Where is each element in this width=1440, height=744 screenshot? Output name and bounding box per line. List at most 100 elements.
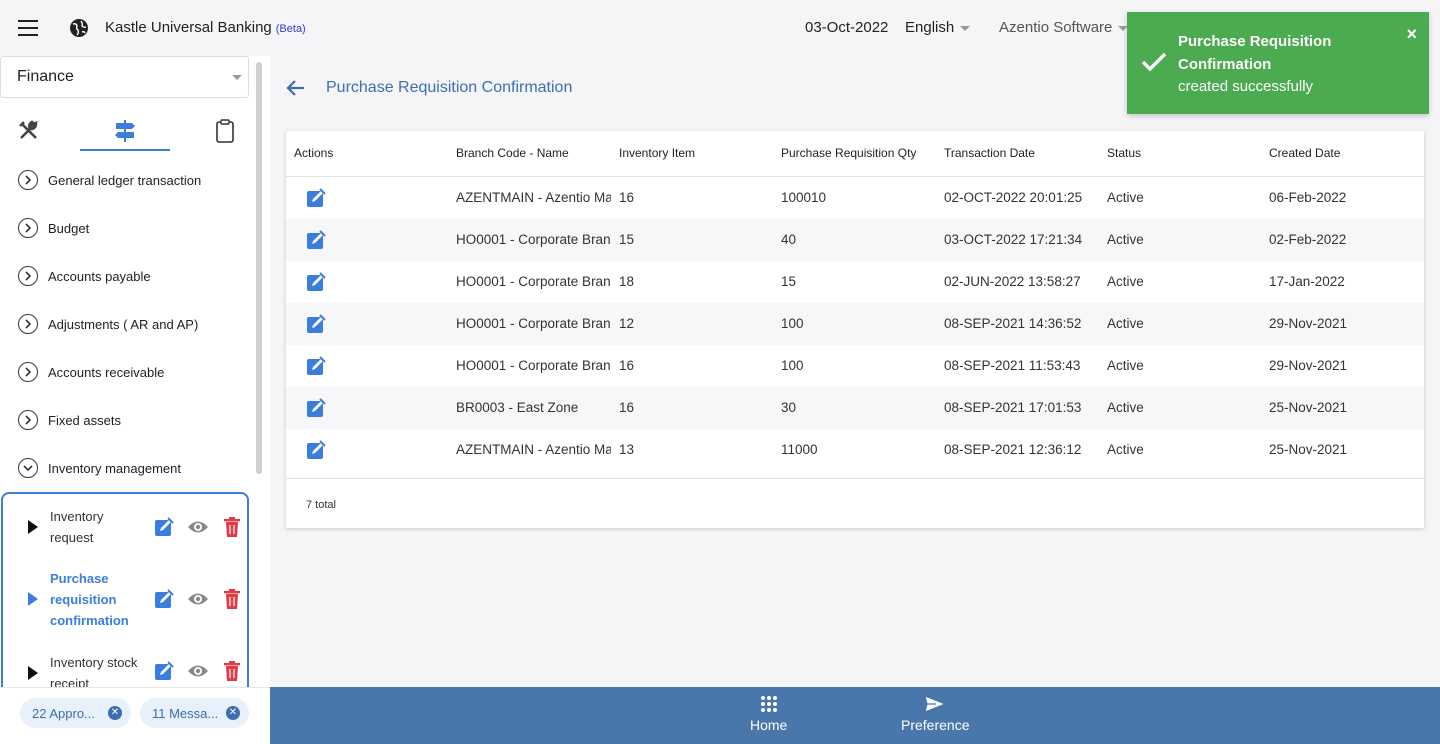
cell-status: Active (1107, 190, 1144, 205)
menu-budget[interactable]: Budget (18, 216, 89, 240)
chevron-right-icon (18, 362, 38, 382)
col-header-qty[interactable]: Purchase Requisition Qty (781, 146, 916, 160)
view-eye-icon[interactable] (187, 516, 209, 538)
tab-clipboard[interactable] (195, 112, 255, 150)
table-row[interactable]: AZENTMAIN - Azentio Ma 13 11000 08-SEP-2021… (286, 429, 1424, 471)
view-eye-icon[interactable] (187, 660, 209, 682)
edit-icon[interactable] (306, 356, 326, 376)
app-title: Kastle Universal Banking (Beta) (105, 19, 306, 36)
success-toast: Purchase Requisition Confirmation create… (1127, 12, 1429, 114)
edit-icon[interactable] (306, 398, 326, 418)
table-row[interactable]: HO0001 - Corporate Branc 15 40 03-OCT-2022 … (286, 219, 1424, 261)
menu-fixed-assets[interactable]: Fixed assets (18, 408, 121, 432)
edit-icon[interactable] (153, 516, 175, 538)
preference-button[interactable]: Preference (901, 695, 969, 733)
menu-accounts-receivable[interactable]: Accounts receivable (18, 360, 164, 384)
cell-qty: 100 (781, 358, 804, 373)
messages-chip[interactable]: 11 Messa... ✕ (140, 698, 249, 728)
cell-qty: 100 (781, 316, 804, 331)
cell-status: Active (1107, 232, 1144, 247)
tab-tools[interactable] (0, 112, 60, 150)
caret-right-icon (28, 666, 38, 680)
col-header-transaction-date[interactable]: Transaction Date (944, 146, 1035, 160)
cell-created-date: 29-Nov-2021 (1269, 358, 1348, 373)
table-row[interactable]: HO0001 - Corporate Branc 16 100 08-SEP-2021… (286, 345, 1424, 387)
edit-icon[interactable] (306, 230, 326, 250)
header-date: 03-Oct-2022 (805, 19, 889, 36)
edit-icon[interactable] (153, 588, 175, 610)
table-row[interactable]: HO0001 - Corporate Branc 18 15 02-JUN-2022 … (286, 261, 1424, 303)
col-header-created-date[interactable]: Created Date (1269, 146, 1340, 160)
sidebar-scrollbar[interactable] (256, 62, 262, 474)
col-header-actions[interactable]: Actions (294, 146, 333, 160)
cell-created-date: 25-Nov-2021 (1269, 442, 1348, 457)
cell-status: Active (1107, 316, 1144, 331)
caret-right-icon (28, 520, 38, 534)
cell-transaction-date: 02-JUN-2022 13:58:27 (944, 274, 1081, 289)
cell-created-date: 25-Nov-2021 (1269, 400, 1348, 415)
company-select[interactable]: Azentio Software (999, 19, 1129, 36)
delete-trash-icon[interactable] (221, 516, 243, 538)
total-count: 7 total (306, 499, 336, 511)
close-icon[interactable]: ✕ (226, 706, 240, 720)
tab-signpost[interactable] (95, 112, 155, 150)
close-icon[interactable]: ✕ (108, 706, 122, 720)
requisition-table-card: Actions Branch Code - Name Inventory Ite… (286, 131, 1424, 528)
menu-general-ledger[interactable]: General ledger transaction (18, 168, 201, 192)
sidebar-chips-bar: 22 Appro... ✕ 11 Messa... ✕ (0, 687, 270, 744)
cell-inventory-item: 12 (619, 316, 635, 331)
table-row[interactable]: BR0003 - East Zone 16 30 08-SEP-2021 17:01:… (286, 387, 1424, 429)
send-icon (924, 695, 947, 713)
chevron-down-icon (960, 25, 971, 31)
grid-icon (760, 696, 777, 712)
cell-branch: AZENTMAIN - Azentio Ma (456, 442, 611, 457)
edit-icon[interactable] (306, 272, 326, 292)
hamburger-menu-icon[interactable] (18, 20, 38, 36)
menu-adjustments[interactable]: Adjustments ( AR and AP) (18, 312, 198, 336)
chevron-right-icon (18, 266, 38, 286)
toast-title: Purchase Requisition Confirmation (1178, 33, 1332, 73)
chevron-down-icon (18, 458, 38, 478)
close-icon[interactable]: × (1406, 24, 1417, 45)
cell-created-date: 02-Feb-2022 (1269, 232, 1347, 247)
back-arrow-icon[interactable] (286, 79, 306, 97)
edit-icon[interactable] (306, 188, 326, 208)
cell-inventory-item: 16 (619, 190, 635, 205)
chevron-right-icon (18, 170, 38, 190)
col-header-inventory-item[interactable]: Inventory Item (619, 146, 695, 160)
table-header: Actions Branch Code - Name Inventory Ite… (286, 131, 1424, 177)
cell-transaction-date: 02-OCT-2022 20:01:25 (944, 190, 1083, 205)
cell-inventory-item: 15 (619, 232, 635, 247)
chevron-right-icon (18, 218, 38, 238)
cell-qty: 15 (781, 274, 797, 289)
col-header-status[interactable]: Status (1107, 146, 1141, 160)
col-header-branch[interactable]: Branch Code - Name (456, 146, 569, 160)
chevron-right-icon (18, 410, 38, 430)
delete-trash-icon[interactable] (221, 588, 243, 610)
delete-trash-icon[interactable] (221, 660, 243, 682)
edit-icon[interactable] (306, 440, 326, 460)
approvals-chip[interactable]: 22 Appro... ✕ (20, 698, 131, 728)
cell-branch: HO0001 - Corporate Branc (456, 316, 611, 331)
page-title: Purchase Requisition Confirmation (326, 79, 573, 96)
view-eye-icon[interactable] (187, 588, 209, 610)
cell-status: Active (1107, 358, 1144, 373)
table-row[interactable]: HO0001 - Corporate Branc 12 100 08-SEP-2021… (286, 303, 1424, 345)
cell-branch: BR0003 - East Zone (456, 400, 579, 415)
home-button[interactable]: Home (750, 695, 787, 733)
cell-transaction-date: 08-SEP-2021 14:36:52 (944, 316, 1082, 331)
cell-branch: HO0001 - Corporate Branc (456, 274, 611, 289)
caret-right-icon (28, 592, 38, 606)
language-select[interactable]: English (905, 19, 971, 36)
menu-inventory-management[interactable]: Inventory management (18, 456, 181, 480)
chevron-down-icon (232, 75, 242, 80)
chevron-right-icon (18, 314, 38, 334)
module-select[interactable]: Finance (0, 56, 249, 98)
cell-branch: HO0001 - Corporate Branc (456, 358, 611, 373)
edit-icon[interactable] (153, 660, 175, 682)
table-row[interactable]: AZENTMAIN - Azentio Ma 16 100010 02-OCT-202… (286, 177, 1424, 219)
cell-qty: 100010 (781, 190, 827, 205)
edit-icon[interactable] (306, 314, 326, 334)
menu-accounts-payable[interactable]: Accounts payable (18, 264, 151, 288)
toast-message: created successfully (1178, 78, 1314, 95)
